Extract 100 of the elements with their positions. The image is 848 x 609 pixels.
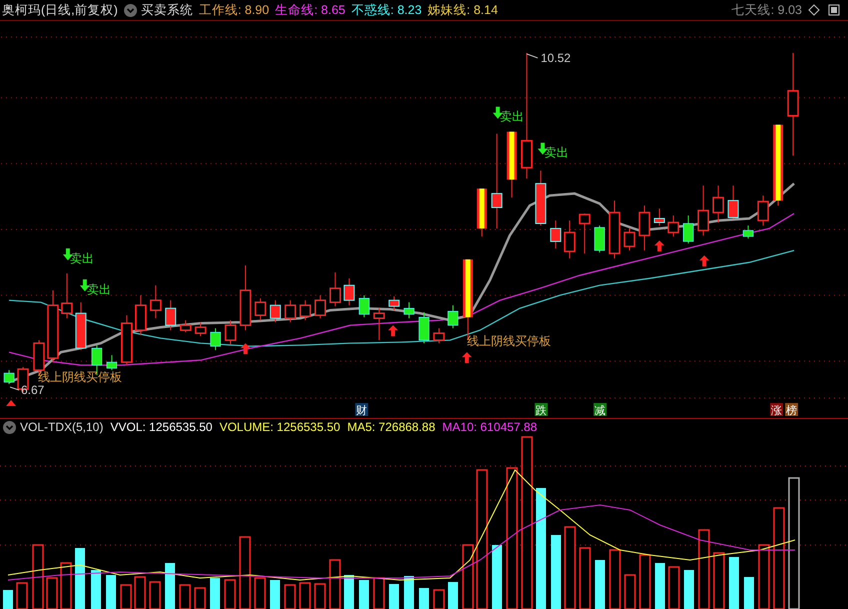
indicator-value: 不惑线: 8.23 [351, 2, 422, 18]
up-arrow-icon [388, 325, 398, 336]
signal-label: 卖出 [544, 146, 569, 160]
volume-bar [60, 562, 72, 609]
volume-bar [224, 579, 236, 609]
signal-label: 线上阴线买停板 [38, 370, 122, 384]
volume-bar [284, 584, 296, 609]
window-icon[interactable] [828, 4, 840, 16]
volume-bar [91, 570, 101, 609]
candlestick [638, 205, 650, 251]
volume-bar [75, 548, 85, 609]
volume-bar [359, 580, 369, 609]
event-marker[interactable]: 跌 [534, 403, 548, 417]
volume-bar [404, 576, 414, 609]
event-marker[interactable]: 榜 [785, 403, 798, 417]
volume-bar [595, 560, 605, 609]
candlestick [106, 354, 118, 371]
candlestick [742, 224, 754, 239]
signal-label: 卖出 [86, 282, 111, 296]
candlestick [270, 300, 281, 323]
volume-bar [389, 584, 399, 609]
signal-label: 线上阴线买停板 [466, 334, 551, 348]
candlestick [314, 294, 326, 319]
volume-bar [713, 552, 725, 609]
candlestick [134, 294, 146, 336]
candlestick [358, 294, 370, 318]
up-arrow-icon [654, 240, 664, 252]
stock-title: 奥柯玛(日线,前复权) [2, 2, 118, 18]
candlestick [476, 188, 487, 237]
signal-label: 卖出 [500, 110, 524, 124]
candlestick [433, 328, 445, 344]
volume-bar [609, 549, 621, 609]
candlestick [578, 213, 590, 254]
candlestick [757, 195, 769, 226]
volume-bar [655, 563, 665, 609]
volume-bar [433, 589, 445, 609]
volume-bar [448, 582, 458, 609]
volume-bar [373, 577, 385, 609]
indicator-name[interactable]: 买卖系统 [140, 2, 193, 18]
volume-bar [462, 544, 474, 609]
candlestick [608, 200, 620, 259]
volume-bar [668, 566, 680, 609]
candlestick [728, 185, 739, 219]
volume-bar [624, 574, 636, 609]
event-marker[interactable]: 涨 [770, 403, 784, 417]
candlestick [254, 298, 266, 321]
candlestick [210, 328, 221, 351]
candlestick [61, 272, 73, 319]
dropdown-icon[interactable] [3, 420, 16, 434]
signal-label: 卖出 [70, 251, 94, 266]
candlestick [284, 300, 296, 323]
volume-bar [729, 557, 739, 609]
volume-bar [165, 563, 175, 609]
volume-bar [639, 554, 651, 609]
volume-bar [16, 582, 28, 609]
volume-bar [419, 588, 429, 609]
indicator-name[interactable]: VOL-TDX(5,10) [20, 420, 104, 434]
indicator-value: MA5: 726868.88 [347, 420, 436, 434]
candlestick [550, 220, 562, 249]
candlestick [240, 264, 252, 331]
candlestick [224, 320, 236, 345]
indicator-value: 姊妹线: 8.14 [428, 2, 498, 18]
volume-bar [329, 559, 341, 609]
candlestick [654, 208, 665, 226]
candlestick [712, 185, 724, 223]
candlestick [683, 215, 694, 244]
candlestick [344, 278, 355, 306]
candlestick [698, 185, 710, 236]
volume-bar [46, 577, 58, 609]
up-arrow-icon [699, 255, 710, 266]
event-marker[interactable]: 减 [594, 403, 607, 417]
indicator-value: 工作线: 8.90 [198, 2, 270, 18]
candlestick [668, 215, 680, 237]
diamond-icon[interactable] [808, 4, 820, 16]
up-arrow-icon [462, 352, 472, 364]
volume-bar [149, 581, 161, 609]
indicator-value: 生命线: 8.65 [275, 2, 346, 18]
candlestick [624, 228, 636, 251]
volume-bar [314, 583, 326, 609]
volume-bar [344, 575, 354, 609]
volume-bar [299, 582, 311, 609]
volume-bar [744, 577, 754, 609]
candlestick [75, 302, 86, 351]
volume-bar [579, 547, 591, 609]
volume-bar [254, 577, 266, 609]
volume-bar [210, 578, 220, 609]
candlestick [594, 224, 605, 253]
candlestick [165, 300, 176, 331]
indicator-value: 七天线: 9.03 [732, 2, 802, 18]
candlestick [329, 272, 341, 307]
volume-bar [32, 544, 44, 609]
dropdown-icon[interactable] [124, 4, 137, 16]
up-arrow-icon [240, 343, 250, 354]
volume-bar [194, 587, 206, 609]
high-price-label: 10.52 [540, 50, 571, 65]
event-marker[interactable]: 财 [355, 403, 368, 417]
indicator-value: VOLUME: 1256535.50 [219, 420, 340, 434]
candlestick [404, 302, 414, 319]
candlestick [300, 300, 312, 321]
candlestick [388, 296, 400, 311]
